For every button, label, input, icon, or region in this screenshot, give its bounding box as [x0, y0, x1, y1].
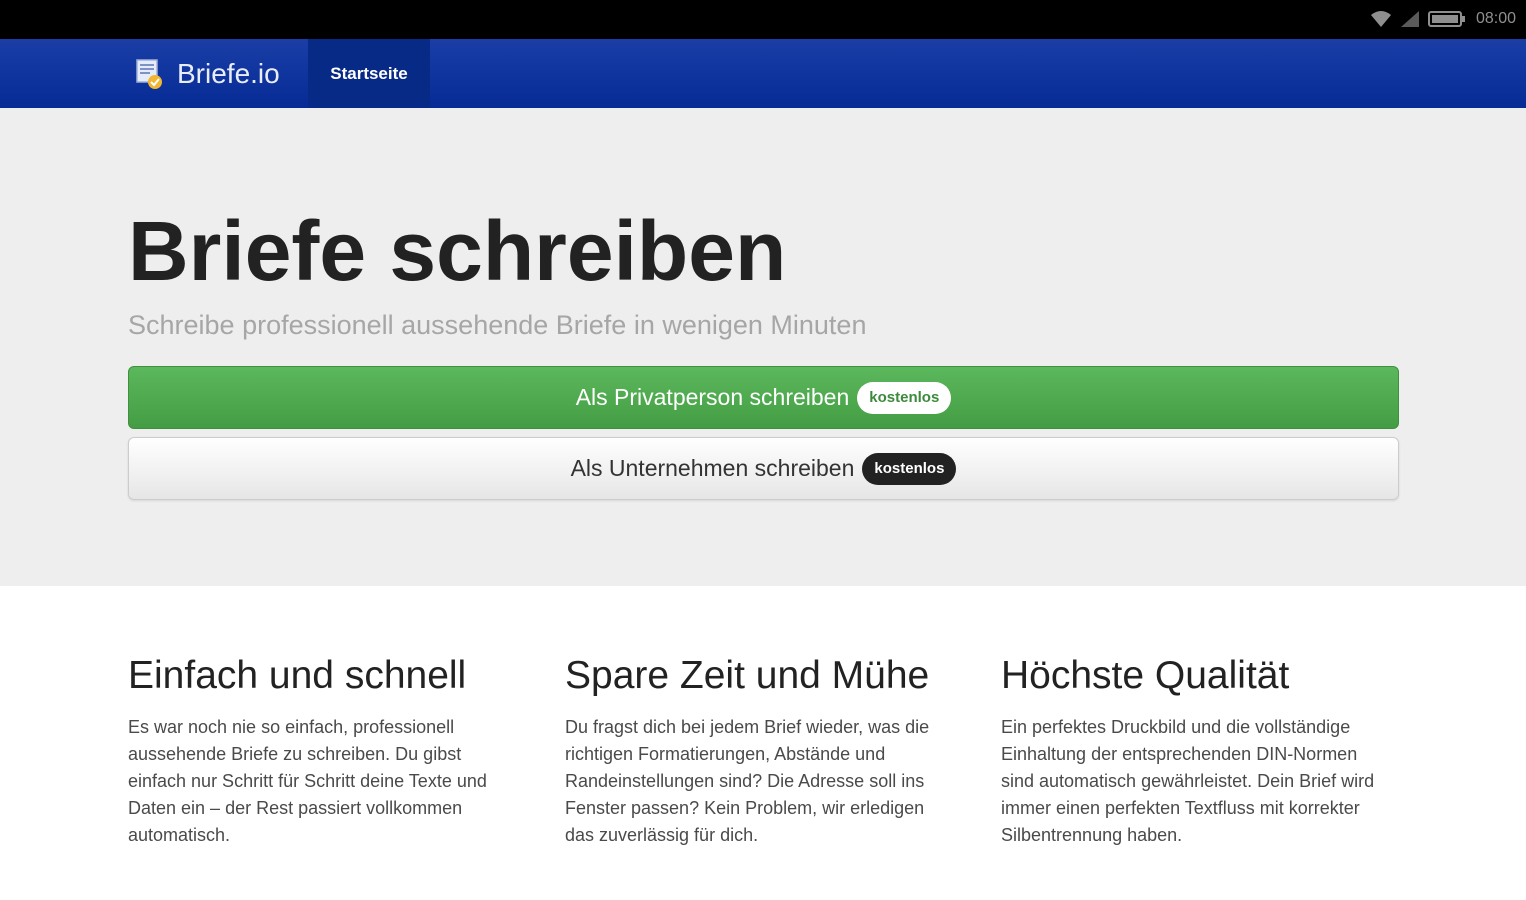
feature-title: Spare Zeit und Mühe — [565, 654, 930, 697]
battery-icon — [1427, 11, 1468, 27]
brand-name: Briefe.io — [177, 57, 280, 89]
nav-item-startseite[interactable]: Startseite — [308, 39, 430, 108]
private-person-button-label: Als Privatperson schreiben — [575, 384, 850, 410]
letter-logo-icon — [133, 57, 165, 91]
free-badge: kostenlos — [862, 452, 957, 485]
hero-title: Briefe schreiben — [128, 204, 787, 298]
hero-subtitle: Schreibe professionell aussehende Briefe… — [128, 310, 867, 340]
company-button[interactable]: Als Unternehmen schreiben kostenlos — [128, 437, 1399, 500]
status-icons: 08:00 — [1370, 8, 1516, 30]
company-button-label: Als Unternehmen schreiben — [570, 455, 855, 481]
feature-text: Du fragst dich bei jedem Brief wieder, w… — [565, 717, 930, 845]
feature-save-time: Spare Zeit und Mühe Du fragst dich bei j… — [565, 652, 950, 849]
hero-section: Briefe schreiben Schreibe professionell … — [0, 108, 1526, 586]
feature-title: Höchste Qualität — [1001, 654, 1290, 697]
navbar: Briefe.io Startseite — [0, 39, 1526, 108]
wifi-icon — [1370, 10, 1392, 28]
feature-text: Es war noch nie so einfach, professionel… — [128, 717, 487, 845]
feature-text: Ein perfektes Druckbild und die vollstän… — [1001, 717, 1375, 845]
status-time: 08:00 — [1475, 10, 1516, 27]
status-bar: 08:00 — [0, 0, 1526, 39]
feature-title: Einfach und schnell — [128, 654, 467, 697]
private-person-button[interactable]: Als Privatperson schreiben kostenlos — [128, 366, 1399, 429]
free-badge: kostenlos — [857, 381, 952, 414]
signal-icon — [1400, 10, 1420, 28]
feature-quality: Höchste Qualität Ein perfektes Druckbild… — [1001, 652, 1386, 849]
brand-link[interactable]: Briefe.io — [133, 39, 280, 108]
feature-easy-fast: Einfach und schnell Es war noch nie so e… — [128, 652, 513, 849]
